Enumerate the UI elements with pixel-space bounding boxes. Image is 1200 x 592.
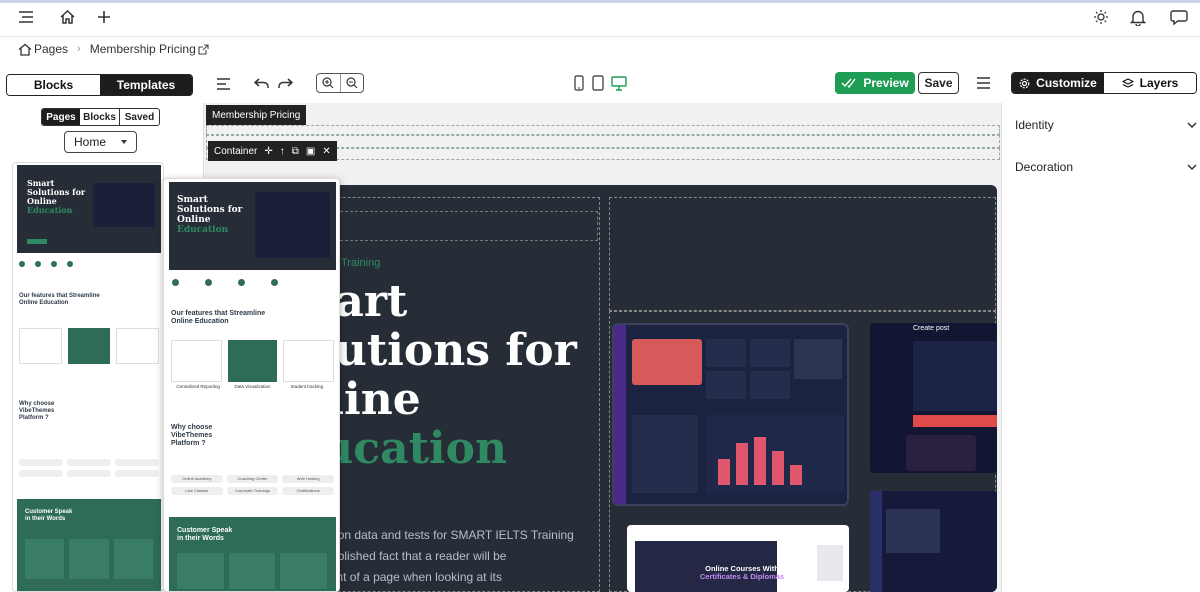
hover-hero-line: Smart xyxy=(177,195,208,205)
zoom-out-icon[interactable] xyxy=(341,74,364,92)
tab-blocks[interactable]: Blocks xyxy=(7,75,100,95)
desktop-device-icon[interactable] xyxy=(605,69,633,97)
hero-eyebrow: Training xyxy=(341,257,381,269)
save-button[interactable]: Save xyxy=(918,72,959,94)
hover-features-title: Our features that Streamline Online Educ… xyxy=(171,310,266,325)
hover-dashboard-image xyxy=(255,192,330,258)
admin-mockup xyxy=(870,491,997,592)
layers-icon xyxy=(1121,77,1134,89)
hover-thumb-hero: Smart Solutions for Online Education xyxy=(169,182,336,270)
settings-lines-icon[interactable] xyxy=(969,69,997,97)
thumb-features-title: Our features that Streamline Online Educ… xyxy=(19,293,100,306)
close-icon[interactable]: ✕ xyxy=(322,146,330,157)
decoration-label: Decoration xyxy=(1015,160,1074,174)
home-icon[interactable] xyxy=(53,3,81,31)
page-select-value: Home xyxy=(74,135,107,149)
breadcrumb: Pages › Membership Pricing xyxy=(18,38,209,60)
preview-button[interactable]: Preview xyxy=(835,72,915,94)
chat-icon[interactable] xyxy=(1165,3,1193,31)
identity-section-header[interactable]: Identity xyxy=(1015,117,1197,133)
tab-layers[interactable]: Layers xyxy=(1104,73,1196,93)
dashboard-mockup xyxy=(612,323,849,506)
thumb-feature-cards xyxy=(19,328,159,364)
editor-toolbar: Blocks Templates Preview Save Customize … xyxy=(0,65,1200,103)
move-icon[interactable]: ✛ xyxy=(264,146,272,157)
tab-saved[interactable]: Saved xyxy=(120,109,159,125)
tab-left-blocks[interactable]: Blocks xyxy=(80,109,120,125)
plus-icon[interactable] xyxy=(90,3,118,31)
section-outline xyxy=(206,125,1000,135)
hero-column-outline xyxy=(609,197,996,311)
gear-icon xyxy=(1019,78,1030,89)
top-bar xyxy=(0,3,1200,37)
hover-stats xyxy=(172,279,332,289)
double-check-icon xyxy=(841,78,857,88)
create-post-title: Create post xyxy=(913,325,950,332)
thumb-why-tags xyxy=(19,459,159,477)
copy-icon[interactable]: ⧉ xyxy=(292,146,299,157)
hover-why-title: Why choose VibeThemes Platform ? xyxy=(171,424,213,447)
thumb-hero-accent: Education xyxy=(27,205,73,215)
template-thumbnail-hover[interactable]: Smart Solutions for Online Education Our… xyxy=(163,178,340,592)
create-post-mockup: Create post xyxy=(870,323,997,473)
arrow-up-icon[interactable]: ↑ xyxy=(280,146,285,157)
decoration-section-header[interactable]: Decoration xyxy=(1015,159,1197,175)
thumb-stats xyxy=(19,261,159,271)
left-panel: Pages Blocks Saved Home Smart Solutions … xyxy=(0,103,340,592)
template-source-tabs: Pages Blocks Saved xyxy=(41,108,160,126)
zoom-controls xyxy=(316,73,364,93)
chevron-down-icon xyxy=(1187,118,1197,132)
align-lines-icon[interactable] xyxy=(209,70,237,98)
menu-icon[interactable] xyxy=(12,3,40,31)
layers-label: Layers xyxy=(1139,76,1179,90)
tab-pages[interactable]: Pages xyxy=(42,109,80,125)
chevron-right-icon: › xyxy=(77,43,81,55)
tab-customize[interactable]: Customize xyxy=(1012,73,1104,93)
external-link-icon[interactable] xyxy=(198,43,209,55)
hover-feature-labels: Centralized Reporting Data Visualization… xyxy=(176,384,324,389)
redo-icon[interactable] xyxy=(271,70,299,98)
tab-templates[interactable]: Templates xyxy=(100,75,192,95)
hover-hero-line: Solutions for xyxy=(177,205,243,215)
page-tag[interactable]: Membership Pricing xyxy=(206,105,307,125)
identity-label: Identity xyxy=(1015,118,1054,132)
hover-why-tags: Online Academy Coaching Center Web Hosti… xyxy=(171,475,334,495)
template-thumbnail[interactable]: Smart Solutions for Online Education Our… xyxy=(12,162,164,592)
preview-label: Preview xyxy=(863,76,909,90)
customize-label: Customize xyxy=(1036,76,1097,90)
container-toolbar: Container ✛ ↑ ⧉ ▣ ✕ xyxy=(208,141,337,161)
caret-down-icon xyxy=(121,140,127,144)
zoom-in-icon[interactable] xyxy=(317,74,341,92)
thumb-dashboard-image xyxy=(93,183,155,227)
customize-layers-switch: Customize Layers xyxy=(1011,72,1197,94)
hover-hero-line: Online xyxy=(177,215,211,225)
blocks-templates-switch: Blocks Templates xyxy=(6,74,193,96)
hover-customer-section: Customer Speak in their Words xyxy=(169,517,336,591)
thumb-button xyxy=(27,239,47,244)
thumb-customer-section: Customer Speak in their Words xyxy=(17,499,161,591)
bell-icon[interactable] xyxy=(1124,3,1152,31)
breadcrumb-pages[interactable]: Pages xyxy=(34,42,68,56)
thumb-hero: Smart Solutions for Online Education xyxy=(17,165,161,253)
course-mockup-accent: Certificates & Diplomas xyxy=(699,572,785,581)
hover-feature-cards xyxy=(171,340,334,382)
hover-hero-accent: Education xyxy=(177,225,229,235)
thumb-why-title: Why choose VibeThemes Platform ? xyxy=(19,401,55,421)
sun-icon[interactable] xyxy=(1087,3,1115,31)
course-site-mockup: Online Courses With Certificates & Diplo… xyxy=(627,525,849,592)
save-block-icon[interactable]: ▣ xyxy=(306,146,315,157)
page-select[interactable]: Home xyxy=(64,131,137,153)
pages-home-icon[interactable] xyxy=(18,43,32,56)
right-panel: Identity Decoration xyxy=(1001,103,1200,592)
breadcrumb-current: Membership Pricing xyxy=(89,42,196,56)
chevron-down-icon xyxy=(1187,160,1197,174)
container-label: Container xyxy=(214,145,258,157)
